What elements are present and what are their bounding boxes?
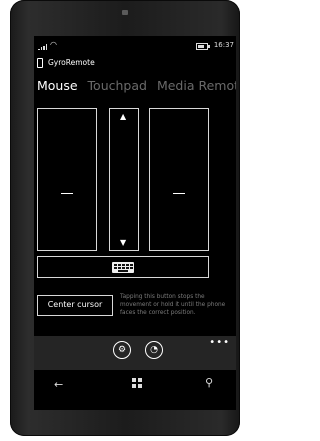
keyboard-icon xyxy=(112,262,134,273)
speedometer-icon[interactable]: ◔ xyxy=(145,341,163,359)
settings-icon[interactable]: ⚙ xyxy=(113,341,131,359)
more-options-icon[interactable]: ••• xyxy=(209,337,230,348)
keyboard-button[interactable] xyxy=(37,256,209,278)
remote-icon xyxy=(37,58,43,68)
right-button-dash xyxy=(173,193,185,195)
status-bar: ◠ 16:37 xyxy=(34,40,236,51)
left-button-dash xyxy=(61,193,73,195)
app-title-text: GyroRemote xyxy=(48,58,95,67)
pivot-tabs: Mouse Touchpad Media Remote xyxy=(37,78,236,93)
scroll-up-icon[interactable]: ▲ xyxy=(120,113,126,121)
tab-media-remote[interactable]: Media Remote xyxy=(157,78,236,93)
tab-touchpad[interactable]: Touchpad xyxy=(88,78,147,93)
signal-icon xyxy=(38,44,48,50)
center-cursor-hint: Tapping this button stops the movement o… xyxy=(120,294,226,316)
nav-bar: ← ⚲ xyxy=(34,372,236,410)
app-bar: ⚙ ◔ ••• xyxy=(34,336,236,370)
app-title: GyroRemote xyxy=(37,58,95,70)
tab-mouse[interactable]: Mouse xyxy=(37,78,78,93)
back-arrow-icon[interactable]: ← xyxy=(54,378,63,391)
scroll-down-icon[interactable]: ▼ xyxy=(120,239,126,247)
search-icon[interactable]: ⚲ xyxy=(205,376,213,389)
battery-fill xyxy=(198,45,204,48)
center-cursor-button[interactable]: Center cursor xyxy=(37,295,113,316)
left-mouse-button[interactable] xyxy=(37,108,97,251)
phone-logo xyxy=(122,10,128,15)
right-mouse-button[interactable] xyxy=(149,108,209,251)
phone-screen: ◠ 16:37 GyroRemote Mouse Touchpad Media … xyxy=(34,36,236,410)
phone-frame: ◠ 16:37 GyroRemote Mouse Touchpad Media … xyxy=(10,0,240,436)
windows-logo-icon[interactable] xyxy=(132,378,142,388)
clock: 16:37 xyxy=(213,41,234,49)
scroll-strip[interactable]: ▲ ▼ xyxy=(109,108,139,251)
battery-icon xyxy=(196,43,210,50)
wifi-icon: ◠ xyxy=(50,40,57,49)
